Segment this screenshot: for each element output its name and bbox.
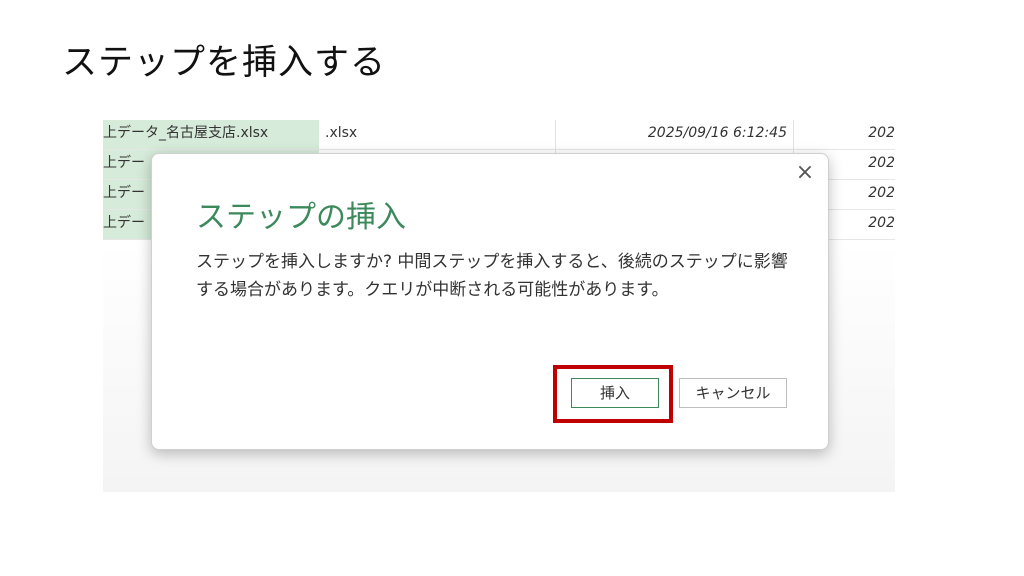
- insert-button[interactable]: 挿入: [571, 378, 659, 408]
- insert-step-dialog: × ステップの挿入 ステップを挿入しますか? 中間ステップを挿入すると、後続のス…: [151, 153, 829, 450]
- file-name-cell[interactable]: 上データ_名古屋支店.xlsx: [103, 120, 319, 149]
- date2-cell[interactable]: 202: [793, 120, 895, 149]
- close-icon[interactable]: ×: [794, 162, 816, 184]
- dialog-title: ステップの挿入: [196, 200, 406, 235]
- slide-title: ステップを挿入する: [62, 43, 387, 83]
- table-row[interactable]: 上データ_名古屋支店.xlsx .xlsx 2025/09/16 6:12:45…: [103, 120, 895, 150]
- cancel-button[interactable]: キャンセル: [679, 378, 787, 408]
- date-cell[interactable]: 2025/09/16 6:12:45: [555, 120, 793, 149]
- dialog-message: ステップを挿入しますか? 中間ステップを挿入すると、後続のステップに影響する場合…: [196, 252, 788, 300]
